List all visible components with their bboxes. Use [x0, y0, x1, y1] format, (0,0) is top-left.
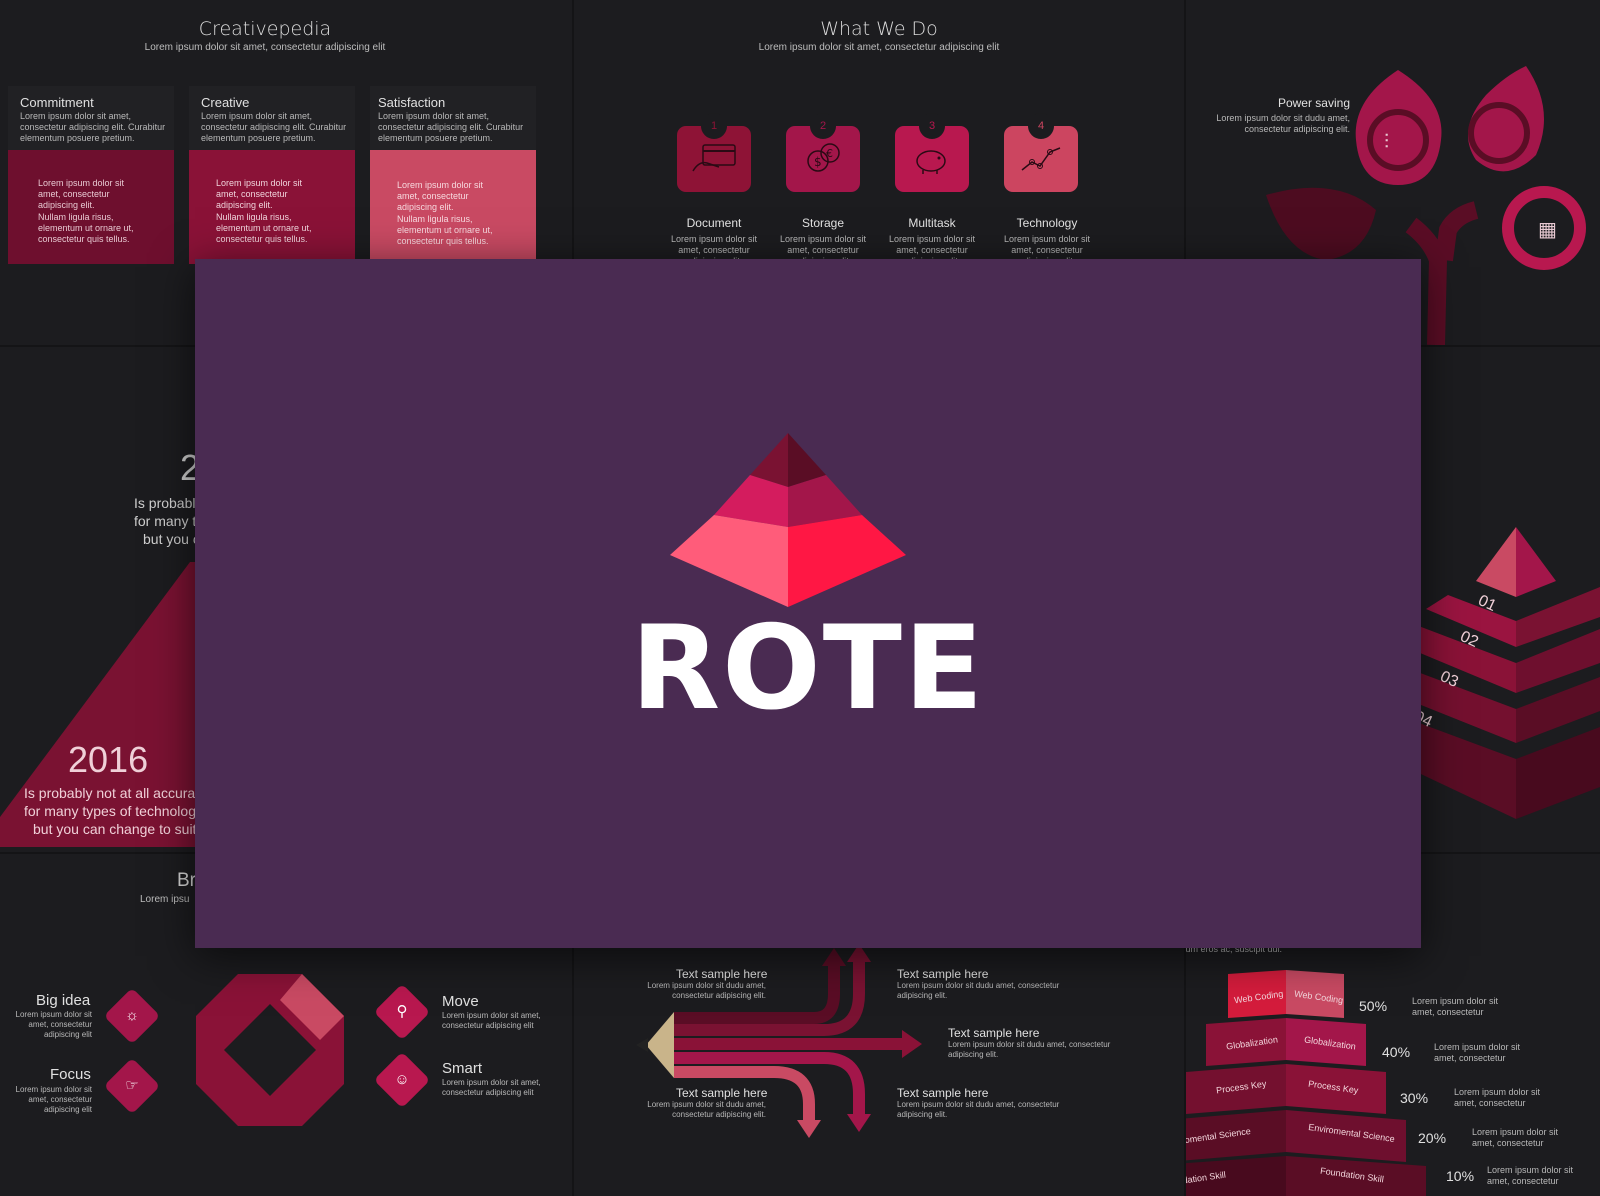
step-number: 4 — [1028, 113, 1054, 139]
big-idea-label: Big idea — [36, 992, 91, 1009]
item-label: Multitask — [908, 216, 956, 230]
sample-text: Lorem ipsum dolor sit dudu amet, consect… — [948, 1040, 1111, 1059]
smart-diamond: ☺ — [373, 1051, 431, 1109]
card-bullet: Lorem ipsum dolor sit amet, consectetur … — [38, 178, 125, 210]
item-text: Lorem ipsum dolor sit amet, consectetur … — [779, 234, 867, 262]
card-body: Lorem ipsum dolor sit amet, consectetur … — [8, 150, 174, 264]
big-idea-diamond: ☼ — [103, 987, 161, 1045]
card-body: Lorem ipsum dolor sit amet, consectetur … — [370, 150, 536, 264]
percent: 20% — [1418, 1130, 1447, 1146]
focus-diamond: ☞ — [103, 1057, 161, 1115]
percent-text: Lorem ipsum dolor sit amet, consectetur — [1472, 1127, 1559, 1148]
percent-text: Lorem ipsum dolor sit amet, consectetur — [1412, 996, 1499, 1017]
pyramid-logo-icon — [670, 433, 906, 607]
piggy-bank-icon — [916, 150, 946, 174]
slide-title: What We Do — [820, 18, 938, 40]
head-profile-icon: ☺ — [394, 1071, 410, 1088]
step-number: 3 — [919, 113, 945, 139]
card-bullet: Lorem ipsum dolor sit amet, consectetur … — [216, 178, 303, 210]
slide-subtitle: Lorem ipsum dolor sit amet, consectetur … — [144, 42, 386, 53]
smart-label: Smart — [442, 1060, 483, 1077]
card-text: Lorem ipsum dolor sit amet, consectetur … — [20, 111, 166, 143]
svg-text:$: $ — [814, 155, 822, 169]
card-title: Commitment — [20, 95, 94, 110]
item-text: Lorem ipsum dolor sit amet, consectetur … — [1003, 234, 1091, 262]
svg-text:⫶: ⫶ — [1384, 129, 1389, 153]
octagon-ribbon — [196, 974, 344, 1126]
sample-title: Text sample here — [676, 1086, 768, 1100]
slide-title-partial: Br — [177, 870, 196, 891]
line-chart-icon — [1021, 147, 1061, 171]
sample-text: Lorem ipsum dolor sit dudu amet, consect… — [647, 981, 766, 1000]
svg-text:€: € — [826, 147, 833, 160]
focus-label: Focus — [50, 1066, 91, 1083]
percent: 30% — [1400, 1090, 1429, 1106]
lightbulb-icon: ☼ — [125, 1007, 139, 1024]
smart-text: Lorem ipsum dolor sit amet, consectetur … — [442, 1078, 541, 1097]
card-commitment: Commitment Lorem ipsum dolor sit amet, c… — [8, 86, 174, 264]
sample-text: Lorem ipsum dolor sit dudu amet, consect… — [647, 1100, 766, 1119]
percent-text: Lorem ipsum dolor sit amet, consectetur — [1434, 1042, 1521, 1063]
running-person-icon: ⚲ — [396, 1003, 408, 1020]
slide-subtitle-partial: Lorem ipsu — [140, 894, 190, 905]
year-text: for many types of technolog — [24, 803, 196, 819]
svg-text:▦: ▦ — [1538, 217, 1557, 241]
item-label: Document — [686, 216, 742, 230]
sample-text: Lorem ipsum dolor sit dudu amet, consect… — [897, 981, 1060, 1000]
percent-text: Lorem ipsum dolor sit amet, consectetur — [1487, 1165, 1574, 1186]
card-creative: Creative Lorem ipsum dolor sit amet, con… — [189, 86, 355, 264]
move-text: Lorem ipsum dolor sit amet, consectetur … — [442, 1011, 541, 1030]
card-title: Creative — [201, 95, 250, 110]
sample-text: Lorem ipsum dolor sit dudu amet, consect… — [897, 1100, 1060, 1119]
sample-title: Text sample here — [948, 1026, 1040, 1040]
card-bullet: Lorem ipsum dolor sit amet, consectetur … — [397, 180, 484, 212]
big-idea-text: Lorem ipsum dolor sit amet, consectetur … — [15, 1010, 92, 1039]
move-label: Move — [442, 993, 479, 1010]
focus-text: Lorem ipsum dolor sit amet, consectetur … — [15, 1085, 92, 1114]
pointing-hand-icon: ☞ — [125, 1077, 139, 1094]
card-bullet: Nullam ligula risus, elementum ut ornare… — [397, 214, 493, 246]
card-satisfaction: Satisfaction Lorem ipsum dolor sit amet,… — [370, 86, 536, 264]
year-label: 2016 — [68, 739, 149, 780]
slide-title: Creativepedia — [198, 18, 332, 40]
year-text: Is probably not at all accurat — [24, 785, 200, 801]
move-diamond: ⚲ — [373, 983, 431, 1041]
sample-title: Text sample here — [897, 967, 989, 981]
slide-subtitle: Lorem ipsum dolor sit amet, consectetur … — [758, 42, 1000, 53]
sample-title: Text sample here — [676, 967, 768, 981]
brand-name: ROTE — [630, 601, 986, 736]
card-title: Satisfaction — [378, 95, 446, 110]
percent-text: Lorem ipsum dolor sit amet, consectetur — [1454, 1087, 1541, 1108]
card-text: Lorem ipsum dolor sit amet, consectetur … — [201, 111, 347, 143]
percent: 10% — [1446, 1168, 1475, 1184]
step-number: 2 — [810, 113, 836, 139]
step-number: 1 — [701, 113, 727, 139]
card-bullet: Nullam ligula risus, elementum ut ornare… — [38, 212, 134, 244]
item-label: Storage — [801, 216, 845, 230]
card-bullet: Nullam ligula risus, elementum ut ornare… — [216, 212, 312, 244]
year-text: but you can change to suit — [33, 821, 197, 837]
sample-title: Text sample here — [897, 1086, 989, 1100]
percent: 50% — [1359, 998, 1388, 1014]
currency-exchange-icon: $€ — [807, 143, 840, 172]
percent: 40% — [1382, 1044, 1411, 1060]
item-label: Technology — [1016, 216, 1078, 230]
credit-card-icon — [692, 144, 736, 172]
logo-overlay-card: ROTE — [195, 259, 1421, 948]
card-text: Lorem ipsum dolor sit amet, consectetur … — [378, 111, 524, 143]
item-text: Lorem ipsum dolor sit amet, consectetur … — [888, 234, 976, 262]
card-body: Lorem ipsum dolor sit amet, consectetur … — [189, 150, 355, 264]
item-text: Lorem ipsum dolor sit amet, consectetur … — [670, 234, 758, 262]
